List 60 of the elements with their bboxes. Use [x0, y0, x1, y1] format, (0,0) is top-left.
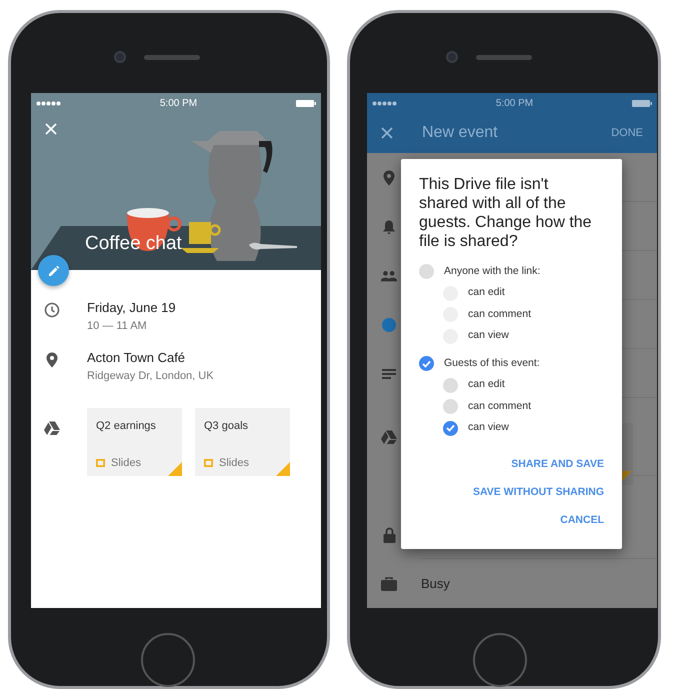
description-icon	[382, 368, 396, 378]
radio-checked-icon[interactable]	[443, 420, 458, 436]
close-icon[interactable]	[381, 127, 393, 139]
lock-icon	[382, 526, 396, 542]
permission-label: can comment	[468, 306, 532, 322]
briefcase-icon	[381, 576, 397, 590]
permission-label: can view	[468, 328, 509, 344]
attachment-name: Q2 earnings	[96, 419, 157, 434]
speaker-icon	[476, 55, 532, 60]
clock-icon	[44, 302, 60, 318]
page-fold-icon	[622, 471, 632, 481]
page-fold-icon	[276, 462, 290, 476]
camera-icon	[114, 51, 126, 63]
people-icon	[381, 270, 397, 282]
location-pin-icon	[383, 170, 395, 186]
permission-label: can edit	[468, 285, 505, 300]
event-date: Friday, June 19	[87, 299, 176, 317]
permission-label: can edit	[468, 377, 505, 392]
color-dot-icon	[382, 318, 396, 332]
home-button[interactable]	[141, 633, 195, 687]
file-type: Slides	[111, 456, 141, 470]
location-name: Acton Town Café	[87, 349, 186, 367]
drive-icon	[381, 430, 397, 444]
slides-icon	[204, 458, 213, 467]
dialog-action-button[interactable]: SHARE AND SAVE	[511, 451, 604, 479]
attachment-name: Q3 goals	[204, 419, 250, 434]
permission-label: can comment	[468, 398, 532, 414]
location-address: Ridgeway Dr, London, UK	[87, 368, 214, 384]
page-fold-icon	[168, 462, 182, 476]
availability-label: Busy	[421, 574, 450, 593]
slides-icon	[96, 458, 105, 467]
attachment-card[interactable]: Q3 goals Slides	[195, 408, 290, 476]
home-button[interactable]	[473, 633, 527, 687]
camera-icon	[446, 51, 458, 63]
event-time: 10 — 11 AM	[87, 318, 148, 334]
done-button[interactable]: DONE	[611, 119, 643, 147]
screen-title: New event	[422, 123, 498, 143]
pencil-icon	[48, 264, 60, 276]
file-type: Slides	[219, 456, 249, 470]
location-pin-icon	[46, 352, 58, 368]
radio-icon[interactable]	[443, 399, 458, 414]
permission-label: can view	[468, 420, 509, 436]
drive-icon	[44, 420, 60, 435]
status-time: 5:00 PM	[160, 96, 198, 110]
signal-icon	[372, 100, 397, 106]
dialog-action-button[interactable]: SAVE WITHOUT SHARING	[472, 479, 604, 507]
dialog-message: This Drive file isn't shared with all of the guests. Change how the file is shared?	[419, 175, 593, 251]
attachment-card[interactable]: Q2 earnings Slides	[87, 408, 182, 476]
edit-button[interactable]	[38, 255, 69, 286]
option-label: Guests of this event:	[444, 356, 540, 371]
speaker-icon	[144, 55, 200, 60]
status-time: 5:00 PM	[496, 96, 534, 110]
signal-icon	[36, 100, 61, 106]
battery-icon	[632, 100, 652, 106]
dialog-action-button[interactable]: CANCEL	[560, 507, 604, 535]
radio-icon[interactable]	[419, 264, 434, 280]
radio-icon[interactable]	[443, 378, 458, 393]
radio-checked-icon[interactable]	[419, 356, 434, 372]
option-label: Anyone with the link:	[444, 264, 540, 279]
bell-icon	[382, 218, 396, 234]
